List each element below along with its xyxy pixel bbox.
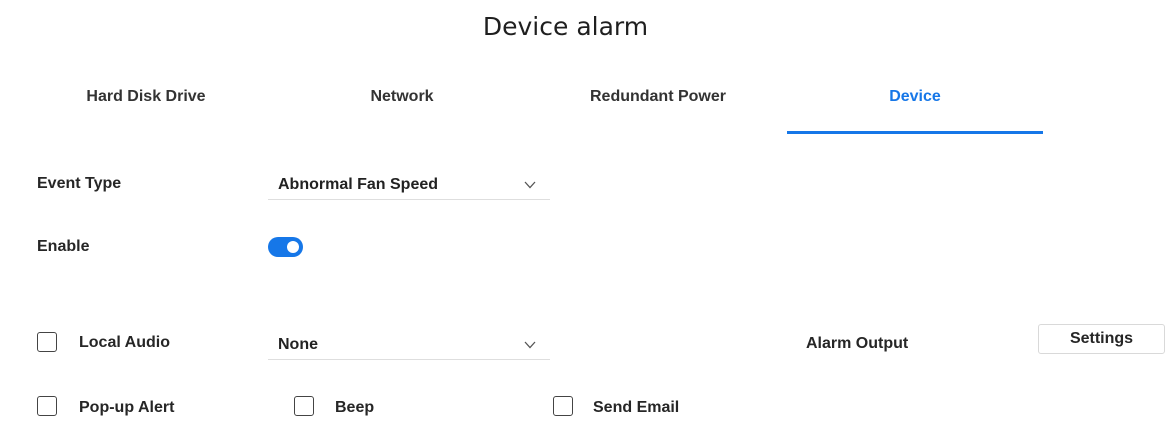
local-audio-label: Local Audio — [79, 334, 170, 351]
send-email-label: Send Email — [593, 399, 680, 416]
beep-checkbox[interactable] — [294, 396, 314, 416]
popup-alert-checkbox[interactable] — [37, 396, 57, 416]
popup-alert-label: Pop-up Alert — [79, 399, 175, 416]
local-audio-value: None — [278, 335, 318, 353]
send-email-checkbox[interactable] — [553, 396, 573, 416]
event-type-value: Abnormal Fan Speed — [278, 175, 439, 193]
event-type-select[interactable]: Abnormal Fan Speed — [268, 170, 550, 200]
tab-network[interactable]: Network — [274, 62, 530, 132]
page-title: Device alarm — [482, 12, 649, 41]
toggle-knob — [287, 241, 299, 253]
chevron-down-icon — [524, 181, 536, 188]
enable-toggle[interactable] — [268, 237, 303, 257]
local-audio-checkbox[interactable] — [37, 332, 57, 352]
tab-hard-disk-drive[interactable]: Hard Disk Drive — [18, 62, 274, 132]
tab-bar: Hard Disk Drive Network Redundant Power … — [18, 62, 1044, 134]
chevron-down-icon — [524, 341, 536, 348]
enable-label: Enable — [37, 238, 90, 255]
local-audio-select[interactable]: None — [268, 330, 550, 360]
alarm-output-label: Alarm Output — [806, 335, 909, 352]
beep-label: Beep — [335, 399, 375, 416]
event-type-label: Event Type — [37, 175, 122, 192]
alarm-output-settings-button[interactable]: Settings — [1038, 324, 1165, 354]
tab-device[interactable]: Device — [787, 62, 1043, 134]
tab-redundant-power[interactable]: Redundant Power — [530, 62, 786, 132]
